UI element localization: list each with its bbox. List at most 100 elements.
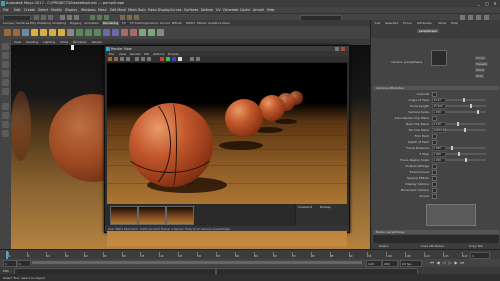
- menu-help[interactable]: Help: [267, 8, 275, 12]
- attribute-checkbox[interactable]: [432, 163, 437, 169]
- viewport-menu-show[interactable]: Show: [60, 40, 68, 44]
- menu-uv[interactable]: UV: [216, 8, 221, 12]
- slider-handle[interactable]: [465, 157, 467, 162]
- playback-end-field[interactable]: 120: [366, 260, 382, 267]
- slider-handle[interactable]: [458, 151, 460, 156]
- material-icon[interactable]: [85, 29, 92, 36]
- attribute-checkbox[interactable]: [432, 175, 437, 181]
- attribute-value-field[interactable]: 1.000: [432, 157, 446, 163]
- single-layout-icon[interactable]: [2, 103, 9, 110]
- attribute-checkbox[interactable]: [432, 169, 437, 175]
- hypershade-icon[interactable]: [76, 29, 83, 36]
- render-view-icon[interactable]: [121, 29, 128, 36]
- menu-deform[interactable]: Deform: [201, 8, 213, 12]
- snapshot-tab[interactable]: Snapshot: [298, 205, 312, 209]
- range-start-field[interactable]: 1: [3, 260, 17, 267]
- render-region-icon[interactable]: [126, 57, 130, 61]
- copy-tab-button[interactable]: Copy Tab: [469, 244, 483, 248]
- area-light-icon[interactable]: [49, 29, 56, 36]
- play-back-icon[interactable]: ◁: [442, 260, 446, 265]
- select-button[interactable]: Select: [379, 244, 388, 248]
- menu-mesh[interactable]: Mesh: [98, 8, 107, 12]
- attribute-value-field[interactable]: 5.000: [432, 145, 446, 151]
- attribute-checkbox[interactable]: [432, 115, 437, 121]
- rv-menu-options[interactable]: Options: [153, 52, 165, 56]
- menu-cache[interactable]: Cache: [240, 8, 250, 12]
- attribute-value-field[interactable]: 0.100: [432, 121, 446, 127]
- graph-layout-icon[interactable]: [2, 130, 9, 137]
- step-back-icon[interactable]: ◀: [436, 260, 440, 265]
- shelf-tab-motion-graphics[interactable]: Motion Graphics: [197, 21, 221, 25]
- menu-display[interactable]: Display: [65, 8, 77, 12]
- rv-menu-file[interactable]: File: [109, 52, 114, 56]
- range-bar[interactable]: [32, 261, 362, 264]
- shelf-tab-animation[interactable]: Animation: [84, 21, 99, 25]
- lasso-tool-icon[interactable]: [2, 52, 9, 59]
- current-frame-marker[interactable]: [6, 251, 8, 259]
- slider-handle[interactable]: [470, 103, 472, 108]
- menu-arnold[interactable]: Arnold: [253, 8, 264, 12]
- rotate-tool-icon[interactable]: [2, 79, 9, 86]
- attribute-value-field[interactable]: 5.600: [432, 151, 446, 157]
- ae-menu-focus[interactable]: Focus: [403, 21, 412, 25]
- shelf-tab-mash[interactable]: MASH: [186, 21, 195, 25]
- attribute-slider[interactable]: [446, 104, 486, 107]
- menu-modify[interactable]: Modify: [51, 8, 62, 12]
- attribute-slider[interactable]: [446, 98, 486, 101]
- shelf-tab-custom[interactable]: Custom: [147, 21, 159, 25]
- focus-button[interactable]: Focus: [475, 56, 486, 60]
- attribute-checkbox[interactable]: [432, 133, 437, 139]
- shelf-tab-sculpting[interactable]: Sculpting: [52, 21, 66, 25]
- rv-menu-view[interactable]: View: [119, 52, 126, 56]
- green-channel-icon[interactable]: [166, 57, 170, 61]
- alpha-channel-icon[interactable]: [178, 57, 182, 61]
- ipr-icon[interactable]: [13, 29, 20, 36]
- attribute-value-field[interactable]: 54.43: [432, 97, 446, 103]
- ae-menu-list[interactable]: List: [375, 21, 380, 25]
- rv-menu-ipr[interactable]: IPR: [144, 52, 149, 56]
- ae-menu-help[interactable]: Help: [451, 21, 458, 25]
- arnold-rendering-icon[interactable]: [139, 29, 146, 36]
- go-end-icon[interactable]: ⏭: [460, 260, 464, 265]
- paint-select-tool-icon[interactable]: [2, 61, 9, 68]
- spot-light-icon[interactable]: [40, 29, 47, 36]
- menu-mesh-tools[interactable]: Mesh Tools: [128, 8, 146, 12]
- go-start-icon[interactable]: ⏮: [430, 260, 434, 265]
- menu-windows[interactable]: Windows: [81, 8, 96, 12]
- attribute-value-field[interactable]: 35.000: [432, 103, 446, 109]
- shelf-tab-rigging[interactable]: Rigging: [70, 21, 81, 25]
- light-icon[interactable]: [31, 29, 38, 36]
- presets-button[interactable]: Presets: [475, 62, 488, 66]
- menu-create[interactable]: Create: [24, 8, 35, 12]
- blue-channel-icon[interactable]: [172, 57, 176, 61]
- menu-edit-mesh[interactable]: Edit Mesh: [110, 8, 126, 12]
- slider-handle[interactable]: [463, 97, 465, 102]
- menu-edit[interactable]: Edit: [14, 8, 20, 12]
- batch-render-icon[interactable]: [130, 29, 137, 36]
- remove-image-icon[interactable]: [147, 57, 151, 61]
- show-button[interactable]: Show: [475, 68, 486, 72]
- attribute-value-field[interactable]: 10000.000: [432, 127, 448, 133]
- refresh-icon[interactable]: [120, 57, 124, 61]
- viewport-menu-panels[interactable]: Panels: [92, 40, 102, 44]
- ae-menu-show[interactable]: Show: [438, 21, 446, 25]
- mel-label[interactable]: MEL: [3, 269, 9, 273]
- menu-generate[interactable]: Generate: [223, 8, 238, 12]
- attribute-slider[interactable]: [446, 122, 486, 125]
- hide-button[interactable]: Hide: [475, 74, 484, 78]
- render-settings-shelf-icon[interactable]: [22, 29, 29, 36]
- section-header[interactable]: Camera Attributes: [373, 86, 499, 90]
- rv-menu-display[interactable]: Display: [168, 52, 179, 56]
- notes-field[interactable]: [373, 235, 499, 243]
- rv-menu-render[interactable]: Render: [130, 52, 141, 56]
- slider-handle[interactable]: [457, 121, 459, 126]
- attribute-checkbox[interactable]: [432, 187, 437, 193]
- menu-select[interactable]: Select: [38, 8, 48, 12]
- render-current-frame-icon[interactable]: [4, 29, 11, 36]
- zoom-icon[interactable]: [196, 57, 200, 61]
- shelf-tab-curves[interactable]: Curves / Surfaces: [3, 21, 29, 25]
- attribute-checkbox[interactable]: [432, 139, 437, 145]
- attribute-checkbox[interactable]: [432, 193, 437, 199]
- section-camera-attributes[interactable]: Camera Attributes: [376, 86, 404, 90]
- utility-icon[interactable]: [157, 29, 164, 36]
